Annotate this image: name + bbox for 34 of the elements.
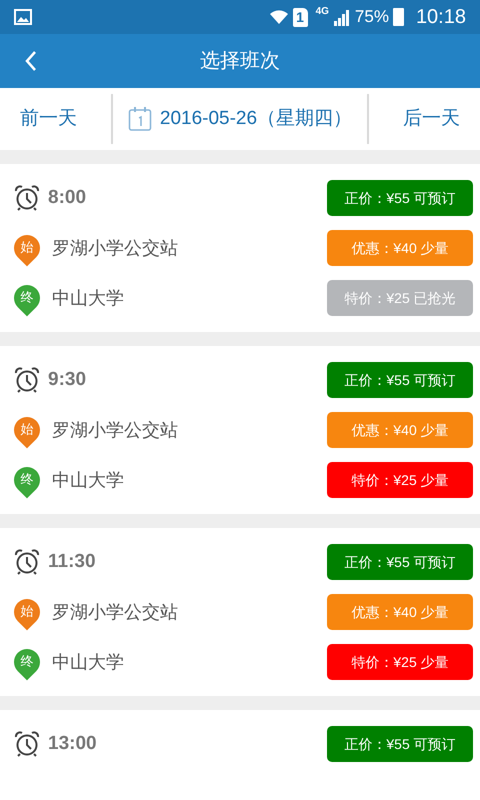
- stop-name: 罗湖小学公交站: [52, 600, 178, 624]
- ticket-button[interactable]: 特价：¥25 少量: [327, 462, 473, 498]
- stop-name: 中山大学: [52, 468, 124, 492]
- ticket-button[interactable]: 正价：¥55 可预订: [327, 544, 473, 580]
- departure-time: 13:00: [48, 732, 97, 756]
- network-type: 4G: [316, 5, 329, 19]
- stop-name: 中山大学: [52, 650, 124, 674]
- signal-icon: [332, 8, 351, 26]
- clock-time: 10:18: [416, 5, 466, 30]
- alarm-clock-icon: [14, 367, 40, 393]
- battery-level: 75%: [354, 6, 389, 28]
- previous-day-button[interactable]: 前一天: [0, 104, 97, 134]
- sim-icon: 1: [292, 8, 308, 26]
- page-title: 选择班次: [200, 49, 280, 74]
- stop-name: 罗湖小学公交站: [52, 418, 178, 442]
- stop-name: 中山大学: [52, 286, 124, 310]
- departure-time: 8:00: [48, 186, 86, 210]
- back-icon[interactable]: [24, 50, 38, 72]
- alarm-clock-icon: [14, 731, 40, 757]
- ticket-button[interactable]: 特价：¥25 少量: [327, 644, 473, 680]
- ticket-button[interactable]: 正价：¥55 可预订: [327, 362, 473, 398]
- departure-time: 9:30: [48, 368, 86, 392]
- selected-date[interactable]: 2016-05-26（星期四）: [160, 104, 352, 134]
- wifi-icon: [268, 8, 289, 26]
- alarm-clock-icon: [14, 185, 40, 211]
- ticket-button[interactable]: 正价：¥55 可预订: [327, 726, 473, 762]
- calendar-icon[interactable]: [128, 106, 152, 132]
- departure-time: 11:30: [48, 550, 96, 574]
- battery-icon: [392, 8, 404, 26]
- ticket-button[interactable]: 正价：¥55 可预订: [327, 180, 473, 216]
- stop-name: 罗湖小学公交站: [52, 236, 178, 260]
- picture-icon: [14, 9, 32, 25]
- alarm-clock-icon: [14, 549, 40, 575]
- next-day-button[interactable]: 后一天: [382, 104, 480, 134]
